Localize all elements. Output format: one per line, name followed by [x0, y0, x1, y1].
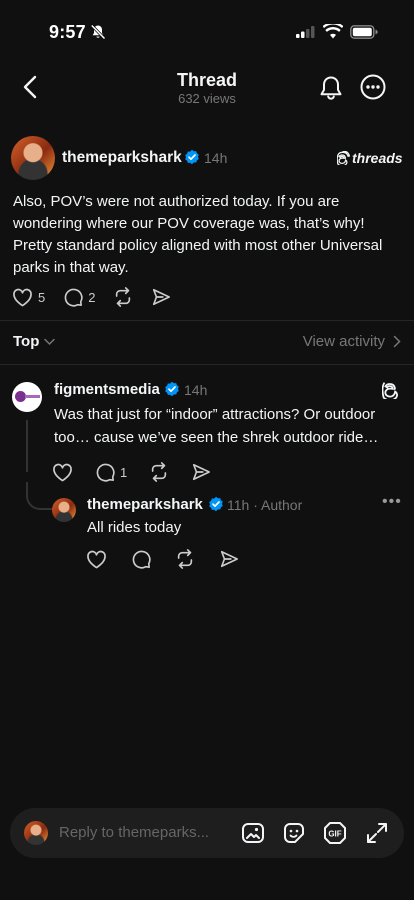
- reply-actions: [86, 549, 239, 569]
- reply-input[interactable]: Reply to themeparks...: [59, 824, 209, 841]
- sort-bar: Top View activity: [0, 333, 414, 355]
- thread-connector: [26, 420, 28, 472]
- thread-connector: [26, 482, 52, 510]
- avatar[interactable]: [52, 498, 76, 522]
- avatar[interactable]: [12, 382, 42, 412]
- reply-button[interactable]: 1: [95, 462, 127, 482]
- reply-text: All rides today: [87, 519, 182, 536]
- divider: [0, 320, 414, 321]
- svg-text:GIF: GIF: [328, 830, 341, 839]
- status-bar: 9:57: [0, 0, 414, 60]
- reply-time: 14h: [184, 382, 208, 398]
- more-options-icon[interactable]: •••: [382, 493, 402, 511]
- reply-button[interactable]: 2: [63, 287, 95, 307]
- post-actions: 5 2: [12, 287, 171, 307]
- sort-dropdown[interactable]: Top: [13, 333, 56, 350]
- send-icon: [220, 550, 238, 568]
- reply-count: 1: [120, 464, 128, 480]
- verified-badge-icon: [209, 496, 223, 512]
- post-text: Also, POV’s were not authorized today. I…: [13, 193, 383, 276]
- repost-icon: [177, 549, 193, 569]
- avatar: [24, 821, 48, 845]
- reply-composer[interactable]: Reply to themeparks... GIF: [10, 808, 404, 858]
- view-activity-label: View activity: [302, 333, 385, 350]
- reply-button[interactable]: [131, 549, 151, 569]
- image-icon[interactable]: [241, 821, 265, 845]
- reply-count: 2: [88, 289, 96, 305]
- share-button[interactable]: [219, 549, 239, 569]
- threads-wordmark: threads: [352, 150, 403, 166]
- repost-button[interactable]: [175, 549, 195, 569]
- comment-icon: [132, 550, 151, 569]
- chevron-right-icon: [393, 335, 401, 348]
- threads-logo-icon: [337, 151, 350, 165]
- view-activity-link[interactable]: View activity: [303, 333, 401, 350]
- repost-icon: [152, 462, 167, 482]
- verified-badge-icon: [165, 381, 179, 397]
- comment-icon: [96, 463, 115, 482]
- cellular-signal-icon: [296, 26, 315, 38]
- post-time: 14h: [204, 150, 228, 166]
- wifi-icon: [323, 24, 343, 39]
- expand-icon[interactable]: [365, 821, 389, 845]
- sticker-icon[interactable]: [282, 821, 306, 845]
- gif-icon[interactable]: GIF: [323, 821, 347, 845]
- battery-icon: [350, 25, 378, 39]
- like-button[interactable]: [86, 550, 107, 569]
- thread-header: Thread 632 views: [0, 60, 414, 116]
- verified-badge-icon: [185, 149, 199, 165]
- reply-username[interactable]: themeparkshark: [87, 496, 203, 513]
- sort-label: Top: [13, 333, 40, 350]
- post-username[interactable]: themeparkshark: [62, 149, 182, 167]
- threads-brand: threads: [337, 150, 403, 166]
- view-count: 632 views: [178, 91, 236, 106]
- comment-icon: [64, 288, 83, 307]
- heart-icon: [87, 550, 106, 568]
- reply-actions: 1: [52, 462, 211, 482]
- threads-logo-icon: [382, 382, 398, 399]
- reply-text: Was that just for “indoor” attractions? …: [54, 406, 379, 446]
- chevron-down-icon: [44, 338, 56, 345]
- heart-icon: [13, 288, 32, 306]
- page-title: Thread: [176, 70, 237, 90]
- like-count: 5: [38, 289, 46, 305]
- avatar[interactable]: [11, 136, 55, 180]
- bell-icon[interactable]: [318, 74, 344, 102]
- send-icon: [193, 463, 211, 481]
- divider: [0, 364, 414, 365]
- reply-username[interactable]: figmentsmedia: [54, 381, 160, 398]
- share-button[interactable]: [151, 287, 171, 307]
- repost-button[interactable]: [149, 462, 169, 482]
- like-button[interactable]: 5: [12, 288, 45, 307]
- like-button[interactable]: [52, 463, 73, 482]
- bell-slash-icon: [90, 24, 106, 40]
- repost-button[interactable]: [113, 287, 133, 307]
- repost-icon: [116, 287, 131, 307]
- share-button[interactable]: [191, 462, 211, 482]
- status-time: 9:57: [49, 22, 86, 42]
- heart-icon: [53, 463, 72, 481]
- more-options-icon[interactable]: [359, 73, 387, 101]
- send-icon: [153, 288, 171, 306]
- reply-time: 11h · Author: [227, 497, 303, 513]
